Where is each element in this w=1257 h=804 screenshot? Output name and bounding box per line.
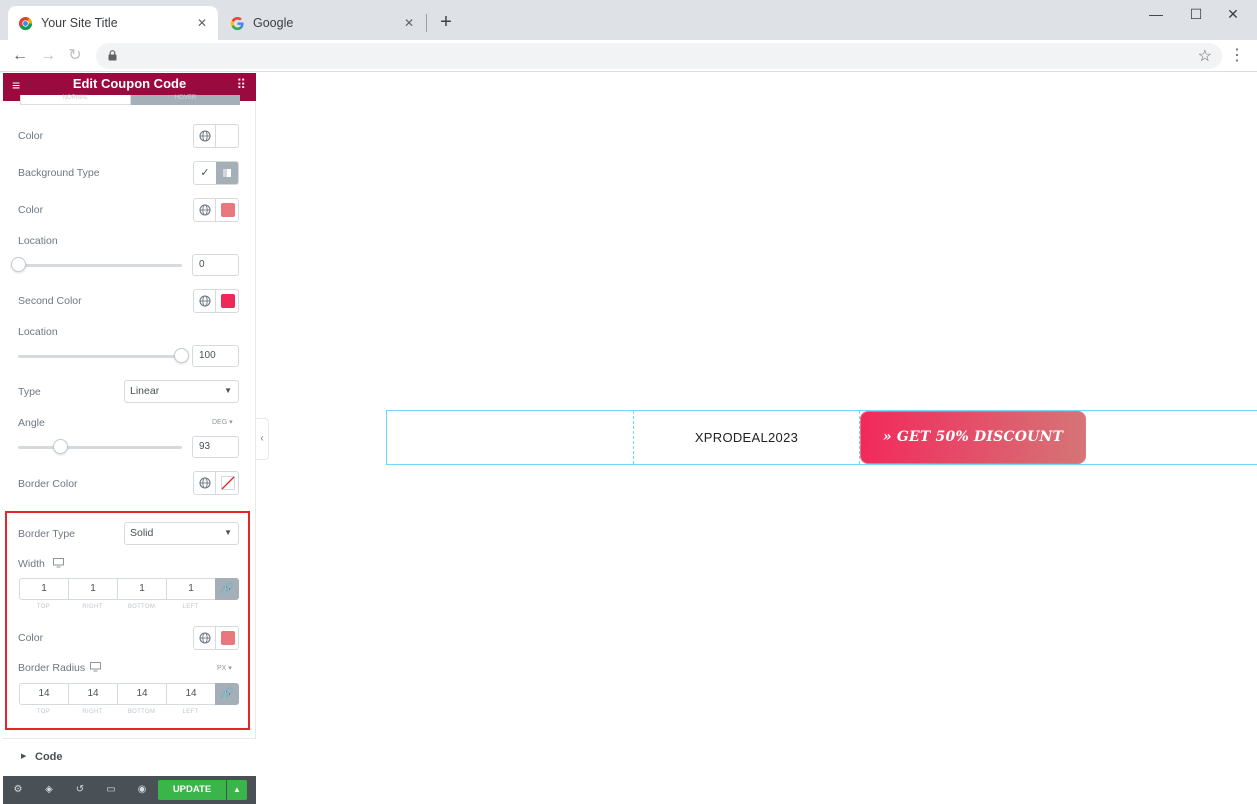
tab-normal[interactable]: NORMAL <box>20 95 131 105</box>
tab-title: Your Site Title <box>41 16 118 30</box>
angle-label: Angle <box>18 417 45 429</box>
bookmark-star-icon[interactable]: ☆ <box>1198 46 1212 66</box>
bg-color-label: Color <box>18 204 44 216</box>
back-arrow-icon[interactable]: ← <box>9 45 31 67</box>
history-icon[interactable]: ↺ <box>73 783 87 797</box>
canvas-section[interactable]: XPRODEAL2023 » GET 50% DISCOUNT <box>386 410 1257 465</box>
chrome-icon <box>18 16 33 30</box>
widgets-grid-icon[interactable]: ⠿ <box>236 77 246 93</box>
location-input[interactable]: 0 <box>192 254 239 276</box>
border-color-label: Border Color <box>18 478 78 490</box>
browser-toolbar: ← → ↻ ☆ ⋮ <box>0 40 1257 72</box>
browser-tab-site[interactable]: Your Site Title ✕ <box>8 6 218 40</box>
location2-slider-track[interactable] <box>18 355 182 358</box>
state-tabs: NORMAL HOVER <box>20 95 240 105</box>
browser-menu-icon[interactable]: ⋮ <box>1229 45 1245 67</box>
location-label: Location <box>18 235 58 247</box>
location-slider-track[interactable] <box>18 264 182 267</box>
globe-icon[interactable] <box>194 125 216 147</box>
border-color-picker[interactable] <box>193 471 239 495</box>
tab-title: Google <box>253 16 294 30</box>
second-color-picker[interactable] <box>193 289 239 313</box>
text-color-label: Color <box>18 130 44 142</box>
preview-eye-icon[interactable]: ◉ <box>135 783 149 797</box>
location-slider-handle[interactable] <box>11 257 26 272</box>
chevron-down-icon: ▼ <box>224 386 232 395</box>
brush-classic-icon[interactable]: ✓ <box>194 162 216 184</box>
bg-color-swatch[interactable] <box>221 203 235 217</box>
tab-hover[interactable]: HOVER <box>131 95 240 105</box>
caret-right-icon: ▶ <box>21 753 27 760</box>
gradient-icon[interactable] <box>216 162 238 184</box>
background-type-label: Background Type <box>18 167 100 179</box>
second-color-swatch[interactable] <box>221 294 235 308</box>
minimize-icon[interactable]: — <box>1141 4 1171 24</box>
tab-separator <box>426 14 427 32</box>
lock-icon <box>108 50 117 61</box>
reload-icon[interactable]: ↻ <box>64 45 86 67</box>
coupon-code-box[interactable]: XPRODEAL2023 <box>633 411 860 464</box>
location2-slider-handle[interactable] <box>174 348 189 363</box>
panel-footer: ⚙ ◈ ↺ ▭ ◉ UPDATE ▲ <box>3 776 256 804</box>
forward-arrow-icon[interactable]: → <box>37 45 59 67</box>
responsive-mode-icon[interactable]: ▭ <box>104 783 118 797</box>
bg-color-picker[interactable] <box>193 198 239 222</box>
highlight-frame <box>5 511 250 730</box>
angle-slider-handle[interactable] <box>53 439 68 454</box>
maximize-icon[interactable]: ☐ <box>1181 4 1211 24</box>
panel-title: Edit Coupon Code <box>72 76 187 91</box>
text-color-picker[interactable] <box>193 124 239 148</box>
angle-unit-select[interactable]: DEG ▾ <box>212 418 233 426</box>
location2-label: Location <box>18 326 58 338</box>
editor-panel: ≡ Edit Coupon Code ⠿ NORMAL HOVER Color … <box>3 73 256 804</box>
type-label: Type <box>18 386 41 398</box>
coupon-code-text: XPRODEAL2023 <box>694 430 799 445</box>
no-color-icon[interactable] <box>221 476 235 490</box>
section-code-label: Code <box>35 751 63 763</box>
update-button[interactable]: UPDATE <box>158 780 226 800</box>
angle-slider-track[interactable] <box>18 446 182 449</box>
collapse-panel-chevron-left-icon[interactable]: ‹ <box>256 418 269 460</box>
address-bar[interactable]: ☆ <box>96 43 1222 69</box>
background-type-toggle: ✓ <box>193 161 239 185</box>
browser-tab-google[interactable]: Google ✕ <box>220 6 425 40</box>
section-code[interactable]: ▶ Code <box>3 738 256 776</box>
new-tab-icon[interactable]: + <box>436 12 456 32</box>
get-discount-button[interactable]: » GET 50% DISCOUNT <box>860 411 1086 464</box>
gradient-type-value: Linear <box>130 385 160 397</box>
second-color-label: Second Color <box>18 295 82 307</box>
navigator-layers-icon[interactable]: ◈ <box>42 783 56 797</box>
gradient-type-select[interactable]: Linear ▼ <box>124 380 239 403</box>
close-tab-icon[interactable]: ✕ <box>401 15 417 31</box>
globe-icon[interactable] <box>194 472 216 494</box>
update-options-chevron-up-icon[interactable]: ▲ <box>227 780 247 800</box>
angle-input[interactable]: 93 <box>192 436 239 458</box>
globe-icon[interactable] <box>194 199 216 221</box>
globe-icon[interactable] <box>194 290 216 312</box>
browser-tabstrip: Your Site Title ✕ Google ✕ + — ☐ ✕ <box>0 0 1257 40</box>
google-icon <box>230 16 244 30</box>
close-window-icon[interactable]: ✕ <box>1218 4 1248 24</box>
discount-button-label: » GET 50% DISCOUNT <box>882 429 1064 445</box>
settings-gear-icon[interactable]: ⚙ <box>11 783 25 797</box>
location2-input[interactable]: 100 <box>192 345 239 367</box>
close-tab-icon[interactable]: ✕ <box>194 15 210 31</box>
